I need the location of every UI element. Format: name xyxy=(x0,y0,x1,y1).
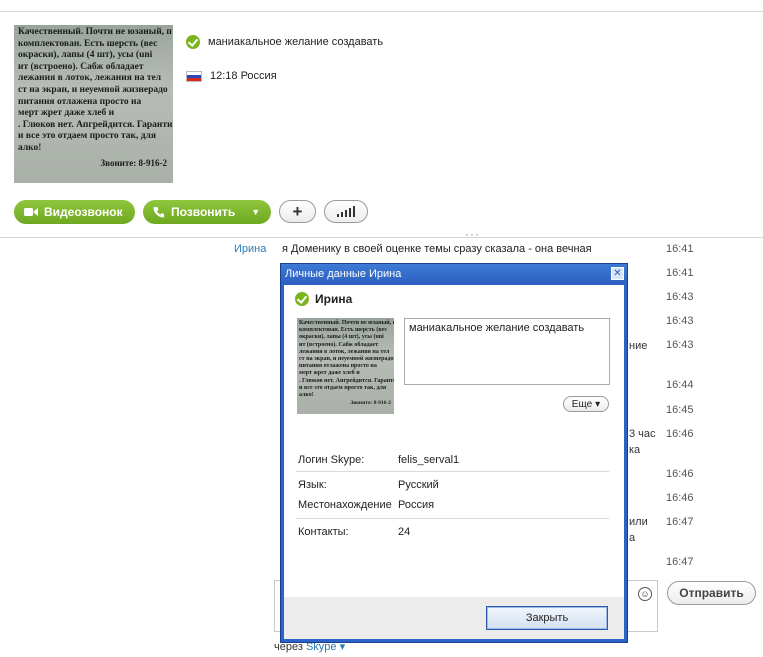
avatar-text: Качественный. Почти не юзаный, п комплек… xyxy=(18,27,173,153)
message-timestamp: 16:46 xyxy=(666,468,694,480)
online-status-icon xyxy=(295,292,309,306)
avatar-text: Качественный. Почти не юзаный, п комплек… xyxy=(299,320,394,399)
message-sender[interactable]: Ирина xyxy=(234,243,266,255)
plus-icon: + xyxy=(292,201,303,221)
language-label: Язык: xyxy=(298,479,327,491)
contact-avatar: Качественный. Почти не юзаный, п комплек… xyxy=(14,25,173,183)
location-value: Россия xyxy=(398,499,435,511)
divider xyxy=(296,471,609,472)
contact-name: Ирина xyxy=(315,292,353,306)
message-timestamp: 16:43 xyxy=(666,315,694,327)
dialog-title: Личные данные Ирина xyxy=(285,268,402,280)
location-text: 12:18 Россия xyxy=(210,70,277,82)
message-fragment: ние xyxy=(629,340,648,352)
resize-handle[interactable]: ··· xyxy=(465,227,480,241)
message-timestamp: 16:41 xyxy=(666,243,694,255)
message-fragment: 3 час xyxy=(629,428,656,440)
send-button[interactable]: Отправить xyxy=(667,581,756,605)
video-call-button[interactable]: Видеозвонок xyxy=(14,200,135,224)
close-dialog-button[interactable]: Закрыть xyxy=(486,606,608,630)
video-call-label: Видеозвонок xyxy=(44,205,123,219)
online-status-icon xyxy=(186,35,200,49)
add-button[interactable]: + xyxy=(279,200,316,223)
more-button[interactable]: Еще ▾ xyxy=(563,396,609,412)
message-fragment: или xyxy=(629,516,648,528)
contacts-value: 24 xyxy=(398,526,411,538)
location-label: Местонахождение xyxy=(298,499,392,511)
avatar-phone-text: Звоните: 8-916-2 xyxy=(350,400,391,406)
message-timestamp: 16:46 xyxy=(666,428,694,440)
close-icon[interactable]: ✕ xyxy=(611,267,624,280)
dialog-avatar: Качественный. Почти не юзаный, п комплек… xyxy=(297,318,394,414)
contacts-label: Контакты: xyxy=(298,526,349,538)
emoticon-icon[interactable]: ☺ xyxy=(638,587,652,601)
divider xyxy=(0,237,763,238)
message-timestamp: 16:41 xyxy=(666,267,694,279)
mood-textbox[interactable]: маниакальное желание создавать xyxy=(404,318,610,385)
chevron-down-icon[interactable]: ▼ xyxy=(251,207,260,217)
dialog-contact-name: Ирина xyxy=(295,292,352,306)
message-timestamp: 16:43 xyxy=(666,291,694,303)
message-timestamp: 16:46 xyxy=(666,492,694,504)
call-quality-button[interactable] xyxy=(324,200,368,223)
message-timestamp: 16:44 xyxy=(666,379,694,391)
russia-flag-icon xyxy=(186,70,202,82)
local-time-location: 12:18 Россия xyxy=(186,70,277,82)
message-timestamp: 16:47 xyxy=(666,556,694,568)
call-label: Позвонить xyxy=(171,205,236,219)
more-label: Еще xyxy=(571,398,593,410)
mood-message: маниакальное желание создавать xyxy=(186,35,383,49)
mood-text: маниакальное желание создавать xyxy=(208,36,384,48)
message-fragment: ка xyxy=(629,444,641,456)
message-text: я Доменику в своей оценке темы сразу ска… xyxy=(282,243,592,255)
divider xyxy=(296,518,609,519)
message-timestamp: 16:45 xyxy=(666,404,694,416)
skype-login-value: felis_serval1 xyxy=(398,454,460,466)
signal-strength-icon xyxy=(337,206,355,217)
skype-conversation-window: Качественный. Почти не юзаный, п комплек… xyxy=(0,0,763,657)
divider xyxy=(0,11,763,12)
skype-login-label: Логин Skype: xyxy=(298,454,365,466)
message-timestamp: 16:47 xyxy=(666,516,694,528)
chevron-down-icon: ▾ xyxy=(595,398,601,410)
dialog-titlebar[interactable]: Личные данные Ирина ✕ xyxy=(281,264,627,284)
avatar-phone-text: Звоните: 8-916-2 xyxy=(100,158,167,168)
message-fragment: а xyxy=(629,532,636,544)
message-timestamp: 16:43 xyxy=(666,339,694,351)
language-value: Русский xyxy=(398,479,439,491)
call-button[interactable]: Позвонить ▼ xyxy=(143,200,271,224)
video-camera-icon xyxy=(24,208,38,216)
phone-icon xyxy=(153,207,164,218)
